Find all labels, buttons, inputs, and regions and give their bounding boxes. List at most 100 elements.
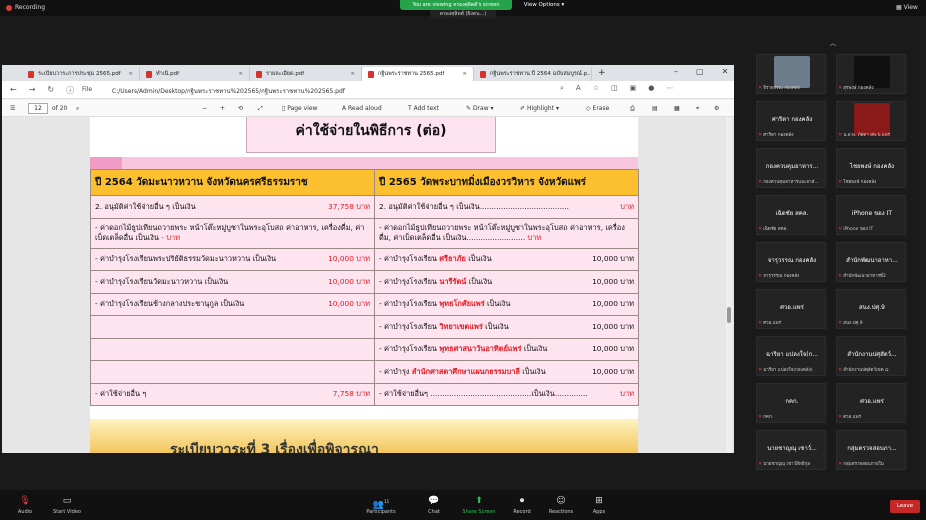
pin-icon[interactable]: ⌖ <box>696 105 699 113</box>
participant-tile[interactable]: จารุวรรณ กองคลัง ✕ จารุวรรณ กองคลัง <box>756 242 826 282</box>
muted-mic-icon: ✕ <box>838 460 843 467</box>
participant-tile[interactable]: ฉาริยา แปลงใจ(ก... ✕ ฉาริยา แปลงใจ(กองคลัง… <box>756 336 826 376</box>
minimize-icon[interactable]: – <box>674 67 678 76</box>
participant-label-text: น.ส.พ. ภัสดา สพ.ป.แพร่ <box>843 133 891 138</box>
pink-divider <box>90 157 638 169</box>
print-icon[interactable]: ⎙ <box>630 105 635 113</box>
refresh-icon[interactable]: ↻ <box>47 85 54 96</box>
fit-icon[interactable]: ⤢ <box>258 105 263 113</box>
scrollbar[interactable] <box>726 117 732 453</box>
muted-mic-icon: ✕ <box>758 319 763 326</box>
close-icon[interactable]: × <box>234 71 243 77</box>
participant-tile[interactable]: กองควบคุมอาหาร... ✕ กองควบคุมอาหารและยาสั.… <box>756 148 826 188</box>
school-name: สำนักศาสตาศึกษาแผนกธรรมบาลี <box>411 366 520 376</box>
participant-tile[interactable]: ศาริตา กองคลัง ✕ ศาริตา กองคลัง <box>756 101 826 141</box>
participant-tile[interactable]: ศวอ.แพร่ ✕ ศวอ.แพร่ <box>756 289 826 329</box>
tab-2[interactable]: ทำเนิ.pdf × <box>140 67 250 81</box>
read-aloud-icon[interactable]: A <box>576 84 581 93</box>
view-label: View <box>903 4 918 11</box>
url-field[interactable]: C:/Users/Admin/Desktop/กฐินพระราชทาน%202… <box>112 86 345 96</box>
info-icon[interactable]: ⓘ <box>66 85 74 96</box>
close-window-icon[interactable]: ✕ <box>722 67 729 76</box>
leave-button[interactable]: Leave <box>890 500 920 513</box>
school-name: พุทธโกศัยแพร่ <box>439 299 485 309</box>
back-icon[interactable]: ← <box>10 85 17 96</box>
zoom-icon[interactable]: ⌕ <box>560 84 564 93</box>
chat-button[interactable]: 💬 Chat <box>409 496 459 515</box>
participant-tile[interactable]: ไชยพงษ์ กองคลัง ✕ ไชยพงษ์ กองคลัง <box>836 148 906 188</box>
participant-tile[interactable]: ✕ น.ส.พ. ภัสดา สพ.ป.แพร่ <box>836 101 906 141</box>
participant-tile[interactable]: กคก. ✕ กคก. <box>756 383 826 423</box>
save-icon[interactable]: ▤ <box>652 105 658 112</box>
collections-icon[interactable]: ▣ <box>630 84 637 93</box>
split-icon[interactable]: ◫ <box>611 84 618 93</box>
highlight-button[interactable]: ✐ Highlight ▾ <box>520 105 559 112</box>
tab-3[interactable]: รายละเอียด.pdf × <box>250 67 362 81</box>
table-row: - ค่าบำรุง สำนักศาสตาศึกษาแผนกธรรมบาลี เ… <box>90 360 639 384</box>
cell-amount: 10,000 บาท <box>592 276 634 286</box>
table-header-row: ปี 2564 วัดมะนาวหวาน จังหวัดนครศรีธรรมรา… <box>90 169 639 196</box>
tab-label: ระเบียบวาระการประชุม 2565.pdf <box>38 71 121 77</box>
settings-icon[interactable]: ⚙ <box>714 105 719 112</box>
new-tab-button[interactable]: + <box>598 68 606 78</box>
view-options-button[interactable]: View Options ▾ <box>520 1 568 10</box>
cell-text: - ค่าดอกไม้ธูปเทียนถวายพระ หน้าโต๊ะหมู่บ… <box>95 223 365 242</box>
scroll-thumb[interactable] <box>727 307 731 323</box>
page-view-button[interactable]: ▯ Page view <box>282 105 317 112</box>
participant-tile[interactable]: ศวอ.แพร่ ✕ ศวอ.แพร่ <box>836 383 906 423</box>
collapse-gallery-icon[interactable]: ︿ <box>826 38 840 48</box>
participant-tile[interactable]: สำนักงานปศุสัตว์... ✕ สำนักงานปศุสัตว์เขต … <box>836 336 906 376</box>
participant-tile[interactable]: ✕ จิราพรรณ กองคลัง <box>756 54 826 94</box>
participant-tile[interactable]: นายชาญณุ เชาว์... ✕ นายชาญณุ เชาว์สิทธิกุล <box>756 430 826 470</box>
add-text-button[interactable]: T Add text <box>408 105 439 112</box>
muted-mic-icon: ✕ <box>758 460 763 467</box>
close-icon[interactable]: × <box>346 71 355 77</box>
tab-5[interactable]: กฐินพระราชทาน ปี 2564 ฉบับสมบูรณ์.p...× <box>474 67 592 81</box>
participant-name: ศวอ.แพร่ <box>860 398 884 405</box>
participant-name: ไชยพงษ์ กองคลัง <box>849 163 895 170</box>
participant-tile[interactable]: เฉิดชัย สคล. ✕ เฉิดชัย สคล. <box>756 195 826 235</box>
recording-indicator[interactable]: Recording <box>6 4 45 11</box>
maximize-icon[interactable]: ▢ <box>696 67 704 76</box>
participants-button[interactable]: 👥11 Participants <box>356 496 406 515</box>
participant-label: ✕ จารุวรรณ กองคลัง <box>758 272 799 280</box>
tab-1[interactable]: ระเบียบวาระการประชุม 2565.pdf × <box>22 67 140 81</box>
menu-icon[interactable]: ⋯ <box>666 84 673 93</box>
favorite-icon[interactable]: ☆ <box>593 84 599 93</box>
participant-tile[interactable]: ✕ สุรพงษ์ กองคลัง <box>836 54 906 94</box>
cell-text: เป็นเงิน <box>519 366 546 376</box>
cell-right: - ค่าดอกไม้ธูปเทียนถวายพระ หน้าโต๊ะหมู่บ… <box>374 217 639 249</box>
pdf-viewer[interactable]: ค่าใช้จ่ายในพิธีการ (ต่อ) ปี 2564 วัดมะน… <box>2 117 734 453</box>
participant-tile[interactable]: iPhone ของ IT ✕ iPhone ของ IT <box>836 195 906 235</box>
participant-label-text: ศวอ.แพร่ <box>763 321 782 326</box>
forward-icon[interactable]: → <box>29 85 36 96</box>
table-row: - ค่าบำรุงโรงเรียน พุทธศาสนาวันอาทิตย์แพ… <box>90 337 639 361</box>
zoom-out-icon[interactable]: − <box>202 105 207 112</box>
rotate-icon[interactable]: ⟲ <box>238 105 243 112</box>
muted-mic-icon: ✕ <box>758 178 763 185</box>
participant-label: ✕ ศาริตา กองคลัง <box>758 131 793 139</box>
close-icon[interactable]: × <box>458 71 467 77</box>
erase-button[interactable]: ◇ Erase <box>586 105 609 112</box>
contents-icon[interactable]: ☰ <box>10 105 15 112</box>
file-label: File <box>82 86 93 93</box>
participant-tile[interactable]: กลุ่มตรวจสอบภา... ✕ กลุ่มตรวจสอบภายใน <box>836 430 906 470</box>
tab-4[interactable]: กฐินพระราชทาน 2565.pdf × <box>362 67 474 81</box>
cell-amount: 10,000 บาท <box>592 254 634 264</box>
page-number-input[interactable]: 12 <box>28 103 48 114</box>
zoom-in-icon[interactable]: + <box>220 105 225 112</box>
apps-button[interactable]: ⊞ Apps <box>574 496 624 515</box>
close-icon[interactable]: × <box>124 71 133 77</box>
participants-icon: 👥11 <box>372 499 390 510</box>
read-aloud-button[interactable]: A Read aloud <box>342 105 382 112</box>
participant-tile[interactable]: สนง.ปศุ.9 ✕ สนง.ปศุ.9 <box>836 289 906 329</box>
search-icon[interactable]: ⌕ <box>76 105 79 113</box>
participant-tile[interactable]: สำนักพัฒนาอาหา... ✕ สำนักพัฒนาอาหารที่2 <box>836 242 906 282</box>
view-button[interactable]: ▦ View <box>896 4 918 11</box>
draw-button[interactable]: ✎ Draw ▾ <box>466 105 494 112</box>
start-video-button[interactable]: ▭ Start Video <box>42 496 92 515</box>
read-aloud-label: Read aloud <box>348 105 382 112</box>
save-as-icon[interactable]: ▦ <box>674 105 680 112</box>
profile-icon[interactable]: ● <box>648 84 654 93</box>
participant-label-text: เฉิดชัย สคล. <box>763 227 788 232</box>
